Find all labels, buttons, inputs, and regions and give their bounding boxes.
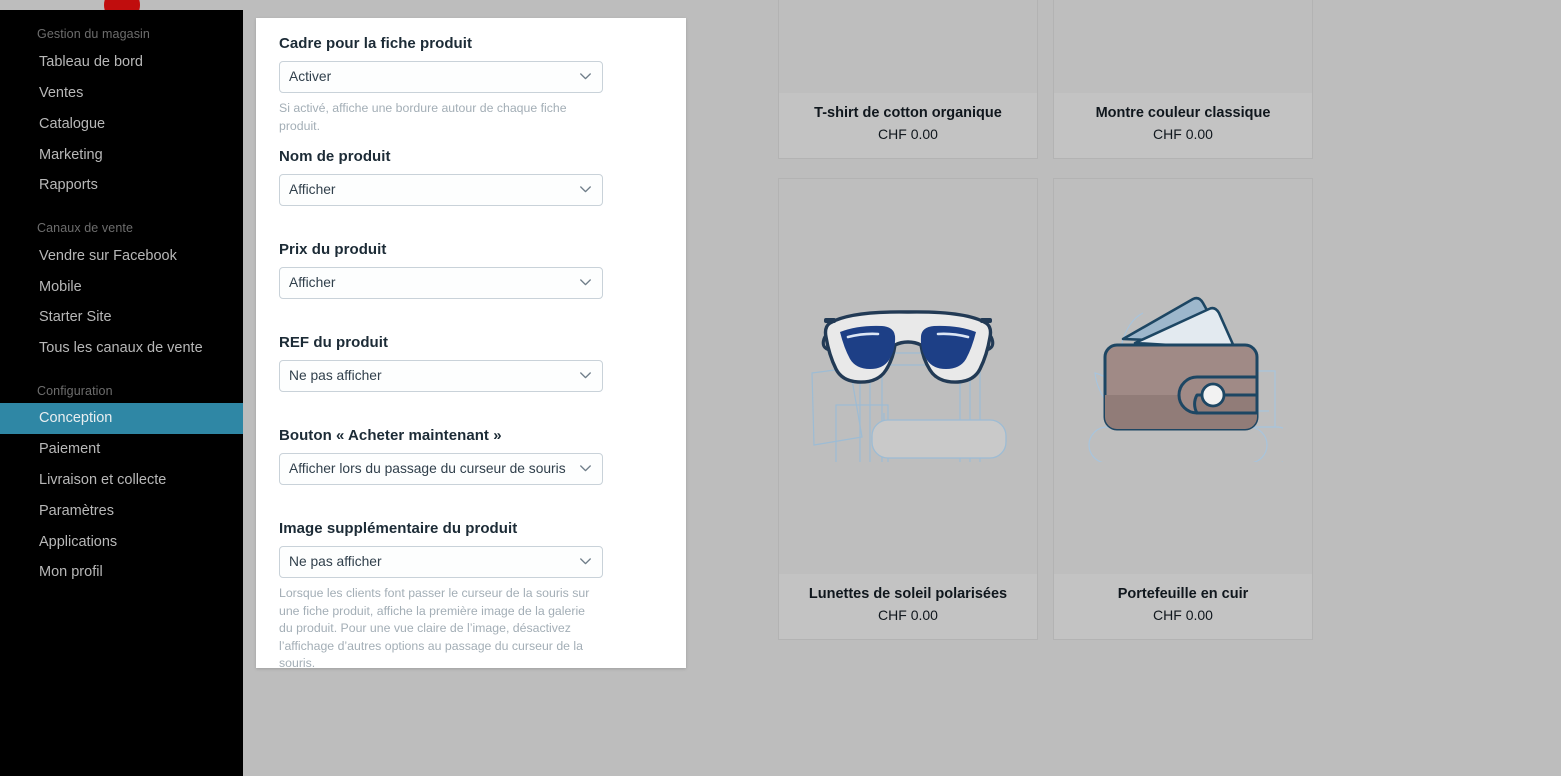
chevron-down-icon (580, 465, 591, 472)
field-group-product-price: Prix du produit Afficher (279, 241, 603, 299)
field-group-product-name: Nom de produit Afficher (279, 148, 603, 206)
sidebar-item-vendre-sur-facebook[interactable]: Vendre sur Facebook (0, 241, 243, 272)
product-card-footer: Montre couleur classique CHF 0.00 (1054, 93, 1312, 158)
chevron-down-icon (580, 558, 591, 565)
sidebar-item-label: Paiement (39, 441, 101, 457)
field-group-card-frame: Cadre pour la fiche produit Activer Si a… (279, 35, 603, 135)
product-card-price: CHF 0.00 (1153, 126, 1213, 142)
field-help: Lorsque les clients font passer le curse… (279, 586, 590, 668)
product-card-title: T-shirt de cotton organique (814, 105, 1002, 121)
store-logo-icon[interactable] (104, 0, 140, 10)
chevron-down-icon (580, 279, 591, 286)
sidebar-item-label: Vendre sur Facebook (39, 248, 177, 264)
select-value: Afficher (289, 182, 336, 197)
select-card-frame[interactable]: Activer (279, 61, 603, 93)
sidebar-item-applications[interactable]: Applications (0, 527, 243, 558)
sidebar-item-label: Tous les canaux de vente (39, 340, 203, 356)
sidebar-item-paiement[interactable]: Paiement (0, 434, 243, 465)
sidebar-item-rapports[interactable]: Rapports (0, 170, 243, 201)
sidebar-item-ventes[interactable]: Ventes (0, 78, 243, 109)
sidebar-item-label: Rapports (39, 177, 98, 193)
sidebar-item-label: Tableau de bord (39, 54, 143, 70)
sidebar-item-tous-les-canaux-de-vente[interactable]: Tous les canaux de vente (0, 333, 243, 364)
product-card[interactable]: T-shirt de cotton organique CHF 0.00 (778, 0, 1038, 159)
product-card[interactable]: Lunettes de soleil polarisées CHF 0.00 (778, 178, 1038, 640)
select-value: Ne pas afficher (289, 368, 382, 383)
sidebar-item-label: Mon profil (39, 564, 103, 580)
product-card-price: CHF 0.00 (1153, 607, 1213, 623)
field-label: Bouton « Acheter maintenant » (279, 427, 502, 444)
field-group-product-sku: REF du produit Ne pas afficher (279, 334, 603, 392)
product-card-footer: T-shirt de cotton organique CHF 0.00 (779, 93, 1037, 158)
product-card-price: CHF 0.00 (878, 126, 938, 142)
product-card-media (779, 0, 1037, 93)
product-grid-preview: T-shirt de cotton organique CHF 0.00 Mon… (686, 0, 1561, 776)
sidebar-item-starter-site[interactable]: Starter Site (0, 302, 243, 333)
sidebar-item-label: Conception (39, 410, 113, 426)
product-card-footer: Lunettes de soleil polarisées CHF 0.00 (779, 574, 1037, 639)
nav-section-label-store-management: Gestion du magasin (37, 27, 150, 41)
sidebar-item-mon-profil[interactable]: Mon profil (0, 557, 243, 588)
field-label: Cadre pour la fiche produit (279, 35, 473, 52)
sidebar-item-label: Starter Site (39, 309, 112, 325)
product-card-title: Lunettes de soleil polarisées (808, 586, 1008, 602)
select-value: Activer (289, 69, 332, 84)
select-value: Afficher lors du passage du curseur de s… (289, 461, 566, 476)
sidebar-item-livraison-et-collecte[interactable]: Livraison et collecte (0, 465, 243, 496)
field-label: Prix du produit (279, 241, 387, 258)
product-card-title: Montre couleur classique (1095, 105, 1271, 121)
sidebar-logo-strip (0, 0, 243, 10)
chevron-down-icon (580, 186, 591, 193)
product-card-settings-panel: Cadre pour la fiche produit Activer Si a… (256, 18, 686, 668)
select-buy-now-button[interactable]: Afficher lors du passage du curseur de s… (279, 453, 603, 485)
select-product-price[interactable]: Afficher (279, 267, 603, 299)
select-product-sku[interactable]: Ne pas afficher (279, 360, 603, 392)
chevron-down-icon (580, 73, 591, 80)
product-card-media (1054, 179, 1312, 574)
chevron-down-icon (580, 372, 591, 379)
select-value: Afficher (289, 275, 336, 290)
product-card-title: Portefeuille en cuir (1117, 586, 1249, 602)
product-card-media (1054, 0, 1312, 93)
sunglasses-illustration-icon (808, 287, 1008, 468)
select-value: Ne pas afficher (289, 554, 382, 569)
sidebar-item-label: Marketing (39, 147, 103, 163)
select-product-name[interactable]: Afficher (279, 174, 603, 206)
field-help: Si activé, affiche une bordure autour de… (279, 101, 567, 133)
nav-section-label-configuration: Configuration (37, 384, 113, 398)
field-group-buy-now-button: Bouton « Acheter maintenant » Afficher l… (279, 427, 603, 485)
app-root: Gestion du magasin Tableau de bord Vente… (0, 0, 1561, 776)
product-card-media (779, 179, 1037, 574)
product-card-price: CHF 0.00 (878, 607, 938, 623)
sidebar-item-label: Paramètres (39, 503, 114, 519)
product-card[interactable]: Montre couleur classique CHF 0.00 (1053, 0, 1313, 159)
sidebar-item-label: Applications (39, 534, 118, 550)
product-card-footer: Portefeuille en cuir CHF 0.00 (1054, 574, 1312, 639)
sidebar-item-marketing[interactable]: Marketing (0, 140, 243, 171)
sidebar: Gestion du magasin Tableau de bord Vente… (0, 0, 243, 776)
nav-section-label-sales-channels: Canaux de vente (37, 221, 134, 235)
field-label: REF du produit (279, 334, 389, 351)
sidebar-item-tableau-de-bord[interactable]: Tableau de bord (0, 47, 243, 78)
field-label: Image supplémentaire du produit (279, 520, 518, 537)
sidebar-item-label: Livraison et collecte (39, 472, 167, 488)
field-group-extra-product-image: Image supplémentaire du produit Ne pas a… (279, 520, 603, 668)
product-card[interactable]: Portefeuille en cuir CHF 0.00 (1053, 178, 1313, 640)
field-label: Nom de produit (279, 148, 391, 165)
sidebar-item-catalogue[interactable]: Catalogue (0, 109, 243, 140)
select-extra-product-image[interactable]: Ne pas afficher (279, 546, 603, 578)
sidebar-item-label: Mobile (39, 279, 82, 295)
sidebar-item-label: Catalogue (39, 116, 106, 132)
wallet-illustration-icon (1083, 287, 1296, 467)
sidebar-item-conception[interactable]: Conception (0, 403, 243, 434)
sidebar-item-label: Ventes (39, 85, 84, 101)
sidebar-item-mobile[interactable]: Mobile (0, 272, 243, 303)
sidebar-item-parametres[interactable]: Paramètres (0, 496, 243, 527)
